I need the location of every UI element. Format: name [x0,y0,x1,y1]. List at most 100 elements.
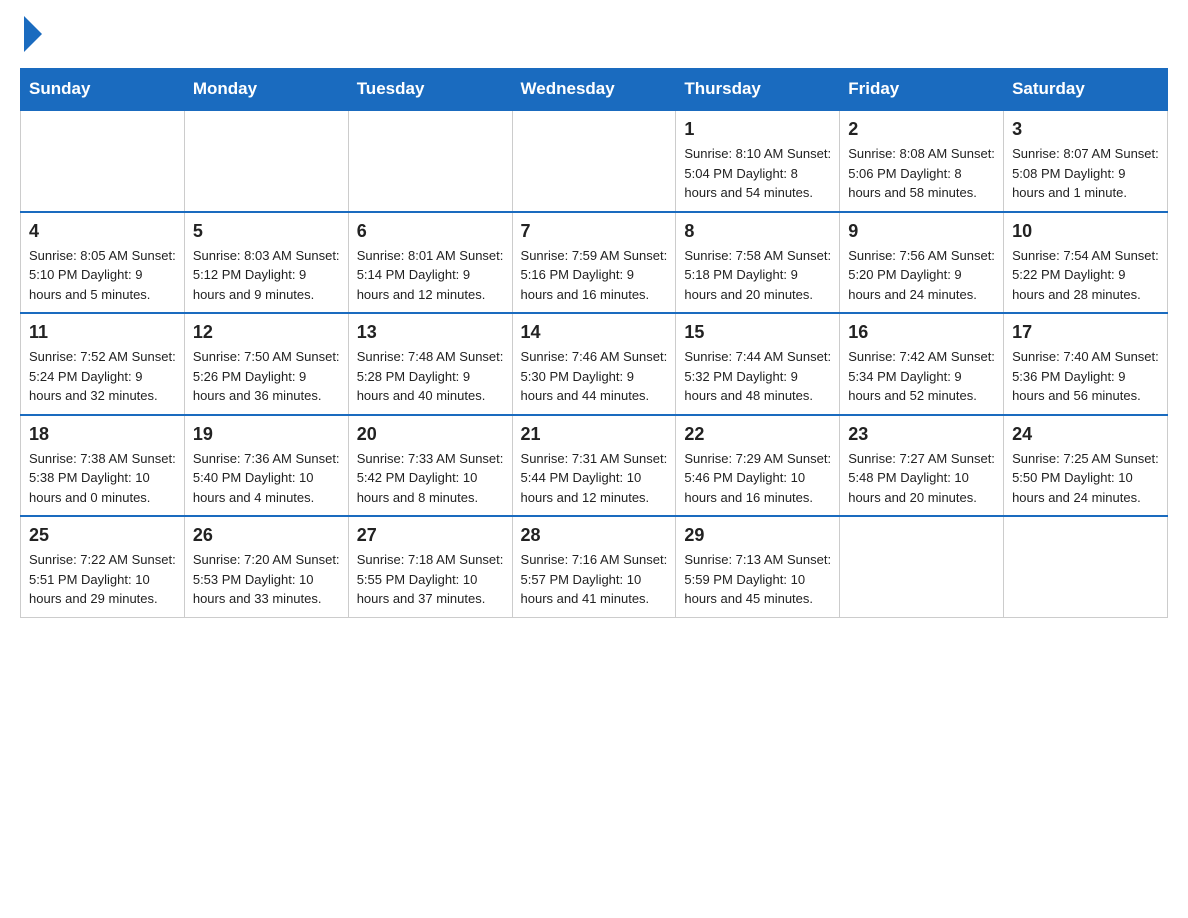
calendar-cell: 16Sunrise: 7:42 AM Sunset: 5:34 PM Dayli… [840,313,1004,415]
day-info: Sunrise: 8:03 AM Sunset: 5:12 PM Dayligh… [193,246,340,305]
day-number: 16 [848,322,995,343]
day-number: 8 [684,221,831,242]
day-number: 26 [193,525,340,546]
day-number: 12 [193,322,340,343]
calendar-cell: 3 Sunrise: 8:07 AM Sunset: 5:08 PM Daylig… [1004,110,1168,212]
day-info: Sunrise: 7:48 AM Sunset: 5:28 PM Dayligh… [357,347,504,406]
day-info: Sunrise: 7:58 AM Sunset: 5:18 PM Dayligh… [684,246,831,305]
day-number: 10 [1012,221,1159,242]
day-number: 20 [357,424,504,445]
calendar-cell: 10 Sunrise: 7:54 AM Sunset: 5:22 PM Dayli… [1004,212,1168,314]
day-info: Sunrise: 7:50 AM Sunset: 5:26 PM Dayligh… [193,347,340,406]
day-number: 6 [357,221,504,242]
day-number: 7 [521,221,668,242]
day-number: 19 [193,424,340,445]
calendar-cell: 8 Sunrise: 7:58 AM Sunset: 5:18 PM Daylig… [676,212,840,314]
day-info: Sunrise: 8:10 AM Sunset: 5:04 PM Dayligh… [684,144,831,203]
day-info: Sunrise: 7:54 AM Sunset: 5:22 PM Dayligh… [1012,246,1159,305]
day-info: Sunrise: 8:01 AM Sunset: 5:14 PM Dayligh… [357,246,504,305]
day-number: 3 [1012,119,1159,140]
calendar-cell: 5 Sunrise: 8:03 AM Sunset: 5:12 PM Daylig… [184,212,348,314]
calendar-cell [512,110,676,212]
day-number: 21 [521,424,668,445]
week-row: 18 Sunrise: 7:38 AM Sunset: 5:38 PM Dayli… [21,415,1168,517]
calendar-cell: 7 Sunrise: 7:59 AM Sunset: 5:16 PM Daylig… [512,212,676,314]
day-number: 17 [1012,322,1159,343]
calendar-cell: 2 Sunrise: 8:08 AM Sunset: 5:06 PM Daylig… [840,110,1004,212]
day-info: Sunrise: 7:20 AM Sunset: 5:53 PM Dayligh… [193,550,340,609]
logo [20,20,42,48]
calendar-cell [840,516,1004,617]
day-info: Sunrise: 8:05 AM Sunset: 5:10 PM Dayligh… [29,246,176,305]
day-number: 25 [29,525,176,546]
calendar-cell: 9 Sunrise: 7:56 AM Sunset: 5:20 PM Daylig… [840,212,1004,314]
calendar-cell: 1 Sunrise: 8:10 AM Sunset: 5:04 PM Daylig… [676,110,840,212]
calendar-table: SundayMondayTuesdayWednesdayThursdayFrid… [20,68,1168,618]
calendar-cell: 27 Sunrise: 7:18 AM Sunset: 5:55 PM Dayli… [348,516,512,617]
calendar-cell: 17 Sunrise: 7:40 AM Sunset: 5:36 PM Dayli… [1004,313,1168,415]
calendar-cell: 15Sunrise: 7:44 AM Sunset: 5:32 PM Dayli… [676,313,840,415]
day-info: Sunrise: 7:44 AM Sunset: 5:32 PM Dayligh… [684,347,831,406]
day-info: Sunrise: 7:25 AM Sunset: 5:50 PM Dayligh… [1012,449,1159,508]
calendar-cell: 25 Sunrise: 7:22 AM Sunset: 5:51 PM Dayli… [21,516,185,617]
calendar-cell: 21Sunrise: 7:31 AM Sunset: 5:44 PM Dayli… [512,415,676,517]
calendar-cell: 11 Sunrise: 7:52 AM Sunset: 5:24 PM Dayli… [21,313,185,415]
day-info: Sunrise: 7:27 AM Sunset: 5:48 PM Dayligh… [848,449,995,508]
day-number: 28 [521,525,668,546]
day-number: 22 [684,424,831,445]
calendar-cell: 20 Sunrise: 7:33 AM Sunset: 5:42 PM Dayli… [348,415,512,517]
calendar-day-header: Friday [840,69,1004,111]
day-info: Sunrise: 7:38 AM Sunset: 5:38 PM Dayligh… [29,449,176,508]
day-number: 24 [1012,424,1159,445]
week-row: 4 Sunrise: 8:05 AM Sunset: 5:10 PM Daylig… [21,212,1168,314]
day-info: Sunrise: 7:18 AM Sunset: 5:55 PM Dayligh… [357,550,504,609]
calendar-cell: 26 Sunrise: 7:20 AM Sunset: 5:53 PM Dayli… [184,516,348,617]
calendar-cell [21,110,185,212]
calendar-cell: 6 Sunrise: 8:01 AM Sunset: 5:14 PM Daylig… [348,212,512,314]
calendar-day-header: Thursday [676,69,840,111]
calendar-cell: 13 Sunrise: 7:48 AM Sunset: 5:28 PM Dayli… [348,313,512,415]
page-header [20,20,1168,48]
calendar-cell: 4 Sunrise: 8:05 AM Sunset: 5:10 PM Daylig… [21,212,185,314]
day-number: 14 [521,322,668,343]
calendar-cell: 29 Sunrise: 7:13 AM Sunset: 5:59 PM Dayli… [676,516,840,617]
calendar-day-header: Wednesday [512,69,676,111]
day-number: 5 [193,221,340,242]
calendar-cell: 28Sunrise: 7:16 AM Sunset: 5:57 PM Dayli… [512,516,676,617]
day-number: 11 [29,322,176,343]
day-number: 29 [684,525,831,546]
day-number: 4 [29,221,176,242]
day-info: Sunrise: 7:40 AM Sunset: 5:36 PM Dayligh… [1012,347,1159,406]
day-number: 13 [357,322,504,343]
day-number: 1 [684,119,831,140]
day-number: 27 [357,525,504,546]
week-row: 11 Sunrise: 7:52 AM Sunset: 5:24 PM Dayli… [21,313,1168,415]
calendar-cell: 18 Sunrise: 7:38 AM Sunset: 5:38 PM Dayli… [21,415,185,517]
day-info: Sunrise: 7:52 AM Sunset: 5:24 PM Dayligh… [29,347,176,406]
calendar-cell [184,110,348,212]
day-info: Sunrise: 8:08 AM Sunset: 5:06 PM Dayligh… [848,144,995,203]
calendar-cell: 19 Sunrise: 7:36 AM Sunset: 5:40 PM Dayli… [184,415,348,517]
day-number: 18 [29,424,176,445]
day-info: Sunrise: 7:59 AM Sunset: 5:16 PM Dayligh… [521,246,668,305]
day-info: Sunrise: 7:56 AM Sunset: 5:20 PM Dayligh… [848,246,995,305]
week-row: 1 Sunrise: 8:10 AM Sunset: 5:04 PM Daylig… [21,110,1168,212]
calendar-cell: 24 Sunrise: 7:25 AM Sunset: 5:50 PM Dayli… [1004,415,1168,517]
day-number: 2 [848,119,995,140]
day-info: Sunrise: 7:36 AM Sunset: 5:40 PM Dayligh… [193,449,340,508]
day-info: Sunrise: 8:07 AM Sunset: 5:08 PM Dayligh… [1012,144,1159,203]
day-info: Sunrise: 7:22 AM Sunset: 5:51 PM Dayligh… [29,550,176,609]
calendar-day-header: Tuesday [348,69,512,111]
calendar-cell: 12 Sunrise: 7:50 AM Sunset: 5:26 PM Dayli… [184,313,348,415]
day-number: 23 [848,424,995,445]
day-info: Sunrise: 7:13 AM Sunset: 5:59 PM Dayligh… [684,550,831,609]
week-row: 25 Sunrise: 7:22 AM Sunset: 5:51 PM Dayli… [21,516,1168,617]
calendar-day-header: Monday [184,69,348,111]
calendar-cell [348,110,512,212]
calendar-cell: 22Sunrise: 7:29 AM Sunset: 5:46 PM Dayli… [676,415,840,517]
calendar-day-header: Sunday [21,69,185,111]
calendar-header-row: SundayMondayTuesdayWednesdayThursdayFrid… [21,69,1168,111]
day-info: Sunrise: 7:33 AM Sunset: 5:42 PM Dayligh… [357,449,504,508]
day-info: Sunrise: 7:46 AM Sunset: 5:30 PM Dayligh… [521,347,668,406]
day-number: 9 [848,221,995,242]
